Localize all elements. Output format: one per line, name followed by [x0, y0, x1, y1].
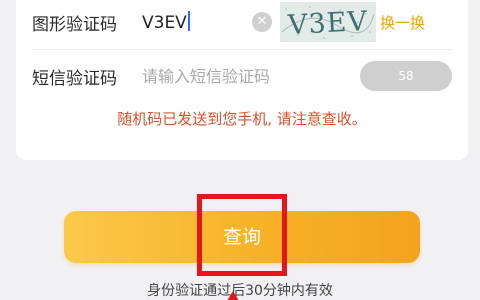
- sms-code-input[interactable]: [142, 66, 360, 86]
- arrow-up-icon: [227, 291, 239, 300]
- captcha-text: V3EV: [286, 6, 368, 41]
- captcha-input[interactable]: V3EV: [142, 11, 252, 33]
- validity-note: 身份验证通过后30分钟内有效: [147, 283, 333, 299]
- sms-row: 短信验证码 58: [32, 50, 452, 102]
- sms-sent-notice: 随机码已发送到您手机, 请注意查收。: [117, 110, 367, 128]
- captcha-label: 图形验证码: [32, 14, 117, 35]
- sms-label: 短信验证码: [32, 68, 117, 89]
- captcha-image-graphic: V3EV: [280, 2, 376, 42]
- captcha-input-value: V3EV: [142, 13, 187, 33]
- clear-icon[interactable]: ✕: [252, 12, 272, 32]
- refresh-captcha-link[interactable]: 换一换: [380, 12, 425, 33]
- captcha-image[interactable]: V3EV: [280, 2, 376, 42]
- captcha-row: 图形验证码 V3EV ✕ V3EV 换一换: [32, 0, 452, 48]
- highlight-box: [197, 194, 287, 276]
- sms-countdown-button[interactable]: 58: [360, 61, 452, 91]
- verification-card: 图形验证码 V3EV ✕ V3EV 换一换 短信验证码 58 随机码已发送: [16, 0, 468, 160]
- text-caret: [187, 11, 190, 31]
